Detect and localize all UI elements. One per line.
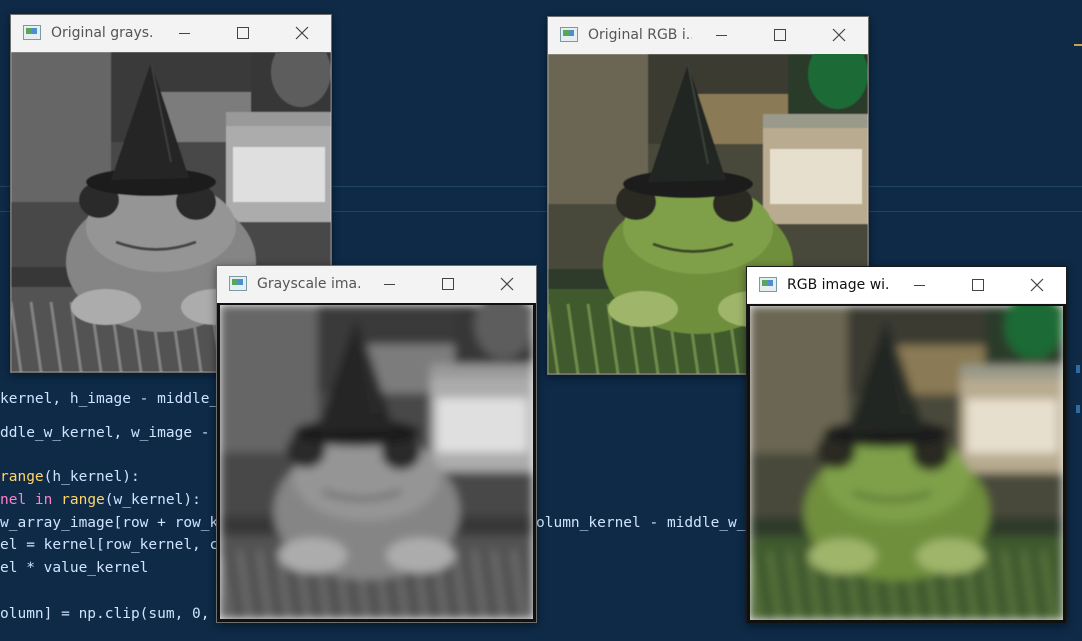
- minimize-icon: [913, 284, 925, 286]
- maximize-icon: [972, 279, 984, 291]
- window-titlebar[interactable]: RGB image wi...: [747, 267, 1066, 303]
- close-icon: [295, 26, 309, 40]
- minimize-button[interactable]: [360, 266, 418, 302]
- frog-image: [750, 306, 1063, 620]
- window-grayscale-blurred[interactable]: Grayscale ima...: [216, 265, 537, 623]
- maximize-button[interactable]: [418, 266, 478, 302]
- window-titlebar[interactable]: Original grays...: [11, 15, 331, 51]
- close-icon: [832, 28, 846, 42]
- maximize-button[interactable]: [948, 267, 1008, 303]
- minimize-button[interactable]: [890, 267, 948, 303]
- window-titlebar[interactable]: Grayscale ima...: [217, 266, 536, 302]
- window-rgb-blurred[interactable]: RGB image wi...: [746, 266, 1067, 624]
- window-title: RGB image wi...: [787, 277, 890, 293]
- maximize-button[interactable]: [750, 17, 810, 53]
- maximize-icon: [442, 278, 454, 290]
- image-display: [747, 304, 1066, 623]
- scrollbar-marker: [1076, 365, 1080, 373]
- frog-image: [220, 305, 533, 619]
- code-line: nel in range(w_kernel):: [0, 491, 201, 509]
- window-titlebar[interactable]: Original RGB i...: [548, 17, 868, 53]
- close-button[interactable]: [1008, 267, 1066, 303]
- opencv-window-icon: [23, 25, 41, 41]
- window-title: Grayscale ima...: [257, 276, 360, 292]
- close-icon: [1030, 278, 1044, 292]
- code-token: kernel, h_image - middle_: [0, 391, 219, 407]
- code-token: w_array_image[row + row_k: [0, 515, 219, 531]
- maximize-icon: [237, 27, 249, 39]
- code-token: (w_kernel):: [104, 492, 201, 508]
- close-button[interactable]: [273, 15, 331, 51]
- code-line: w_array_image[row + row_k: [0, 514, 218, 532]
- opencv-window-icon: [229, 276, 247, 292]
- close-icon: [500, 277, 514, 291]
- minimize-button[interactable]: [155, 15, 213, 51]
- code-token: el * value_kernel: [0, 560, 149, 576]
- window-title: Original grays...: [51, 25, 155, 41]
- code-token: ddle_w_kernel, w_image -: [0, 425, 219, 441]
- code-token: range: [61, 492, 105, 508]
- scrollbar-marker: [1074, 44, 1082, 46]
- code-token: olumn_kernel - middle_w_: [536, 515, 746, 531]
- code-token: el = kernel[row_kernel, c: [0, 537, 219, 553]
- minimize-icon: [715, 34, 727, 36]
- window-title: Original RGB i...: [588, 27, 692, 43]
- minimize-icon: [383, 283, 395, 285]
- code-token: (h_kernel):: [43, 469, 140, 485]
- maximize-button[interactable]: [213, 15, 273, 51]
- code-token: range: [0, 469, 44, 485]
- minimize-button[interactable]: [692, 17, 750, 53]
- code-line: ddle_w_kernel, w_image -: [0, 424, 218, 442]
- code-line: el * value_kernel: [0, 559, 148, 577]
- minimize-icon: [178, 32, 190, 34]
- close-button[interactable]: [810, 17, 868, 53]
- code-token: nel: [0, 492, 35, 508]
- code-line: kernel, h_image - middle_: [0, 390, 218, 408]
- code-line: olumn] = np.clip(sum, 0,: [0, 605, 210, 623]
- code-line: range(h_kernel):: [0, 468, 140, 486]
- code-token: olumn] = np.clip(sum, 0,: [0, 606, 210, 622]
- code-line: olumn_kernel - middle_w_: [536, 514, 746, 532]
- code-token: in: [34, 492, 62, 508]
- opencv-window-icon: [759, 277, 777, 293]
- close-button[interactable]: [478, 266, 536, 302]
- opencv-window-icon: [560, 27, 578, 43]
- image-display: [217, 303, 536, 622]
- code-line: el = kernel[row_kernel, c: [0, 536, 218, 554]
- maximize-icon: [774, 29, 786, 41]
- scrollbar-marker: [1076, 405, 1080, 413]
